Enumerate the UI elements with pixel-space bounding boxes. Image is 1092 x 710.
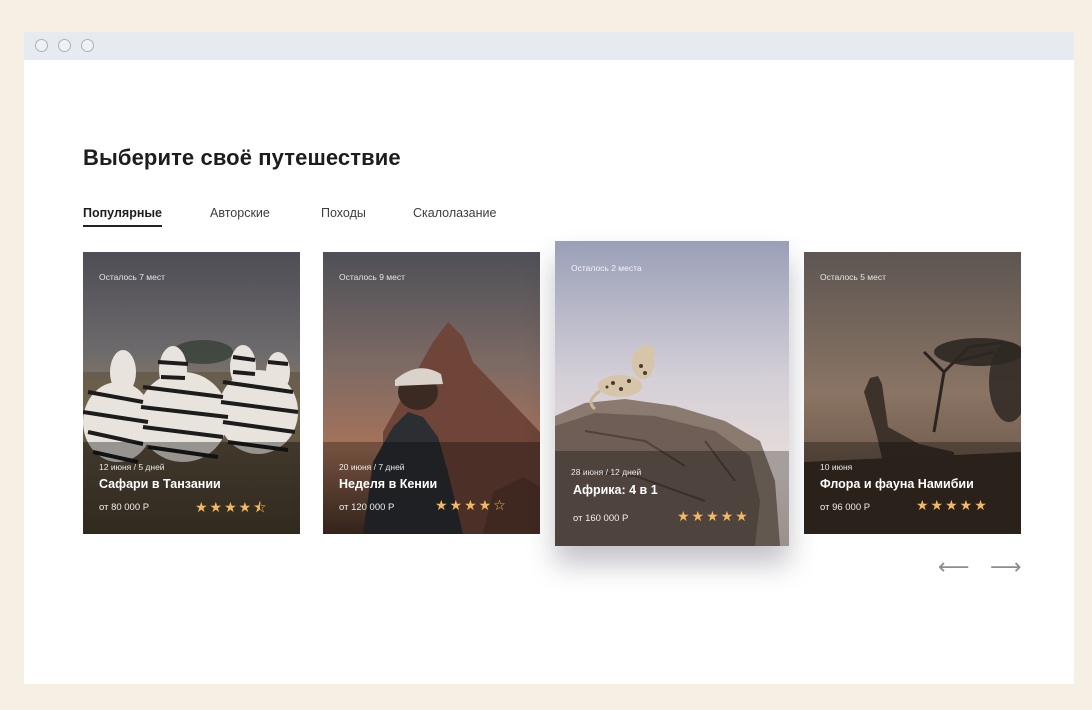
tour-price: от 160 000 Р (573, 513, 629, 524)
zebras-photo (83, 252, 300, 534)
window-maximize-icon[interactable] (81, 39, 94, 52)
seats-left: Осталось 5 мест (820, 272, 887, 282)
tour-card-tanzania[interactable]: Осталось 7 мест 12 июня / 5 дней Сафари … (83, 252, 300, 534)
tour-price: от 96 000 Р (820, 502, 871, 513)
tour-card-namibia[interactable]: Осталось 5 мест 10 июня Флора и фауна На… (804, 252, 1021, 534)
tour-title: Африка: 4 в 1 (573, 483, 658, 497)
rating-stars: ★★★★★ (677, 508, 750, 524)
tab-hikes[interactable]: Походы (321, 206, 366, 220)
tab-climbing[interactable]: Скалолазание (413, 206, 496, 220)
rating-stars: ★★★★★ (916, 497, 989, 513)
window-titlebar (24, 32, 1074, 60)
arrow-left-icon[interactable]: ⟵ (938, 556, 970, 578)
arrow-right-icon[interactable]: ⟶ (990, 556, 1022, 578)
leopard-photo (555, 241, 789, 546)
tour-card-africa[interactable]: Осталось 2 места 28 июня / 12 дней Африк… (555, 241, 789, 546)
tour-price: от 120 000 Р (339, 502, 395, 513)
tour-title: Сафари в Танзании (99, 477, 221, 491)
rating-stars: ★★★★⯪ (195, 499, 269, 515)
tour-date: 12 июня / 5 дней (99, 462, 165, 472)
tour-title: Неделя в Кении (339, 477, 438, 491)
seats-left: Осталось 2 места (571, 263, 642, 273)
tour-card-kenya[interactable]: Осталось 9 мест 20 июня / 7 дней Неделя … (323, 252, 540, 534)
page-title: Выберите своё путешествие (83, 145, 401, 170)
seats-left: Осталось 7 мест (99, 272, 166, 282)
tour-price: от 80 000 Р (99, 502, 150, 513)
window-close-icon[interactable] (35, 39, 48, 52)
browser-window: Выберите своё путешествие Популярные Авт… (24, 32, 1074, 684)
tour-date: 20 июня / 7 дней (339, 462, 405, 472)
tab-authors[interactable]: Авторские (210, 206, 270, 220)
tab-popular[interactable]: Популярные (83, 206, 163, 227)
tour-title: Флора и фауна Намибии (820, 477, 974, 491)
window-minimize-icon[interactable] (58, 39, 71, 52)
tour-date: 28 июня / 12 дней (571, 467, 642, 477)
rating-stars: ★★★★☆ (435, 497, 508, 513)
giraffe-photo (804, 252, 1021, 534)
hiker-photo (323, 252, 540, 534)
seats-left: Осталось 9 мест (339, 272, 406, 282)
tour-date: 10 июня (820, 462, 853, 472)
